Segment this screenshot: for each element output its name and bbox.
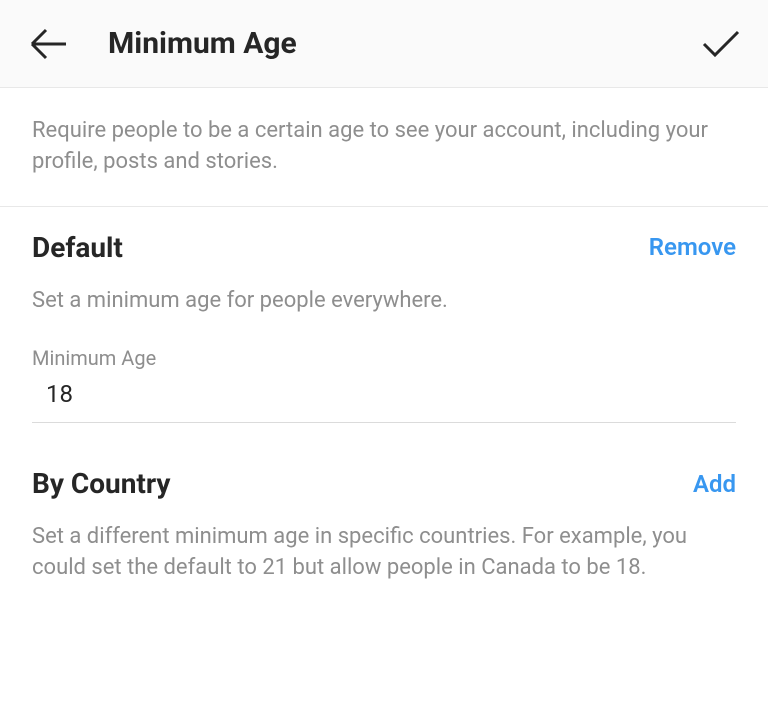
default-subtitle: Set a minimum age for people everywhere.: [32, 286, 736, 317]
back-button[interactable]: [24, 20, 72, 68]
check-icon: [698, 22, 742, 66]
confirm-button[interactable]: [696, 20, 744, 68]
minimum-age-field[interactable]: 18: [32, 380, 736, 423]
country-section: By Country Add Set a different minimum a…: [0, 423, 768, 584]
page-title: Minimum Age: [108, 26, 696, 61]
intro-text: Require people to be a certain age to se…: [32, 116, 736, 178]
country-subtitle: Set a different minimum age in specific …: [32, 522, 736, 584]
intro-section: Require people to be a certain age to se…: [0, 88, 768, 207]
header-bar: Minimum Age: [0, 0, 768, 88]
minimum-age-value: 18: [46, 380, 73, 408]
default-title: Default: [32, 231, 123, 264]
country-section-header: By Country Add: [32, 467, 736, 500]
add-button[interactable]: Add: [693, 470, 736, 498]
country-title: By Country: [32, 467, 171, 500]
default-section: Default Remove Set a minimum age for peo…: [0, 207, 768, 424]
minimum-age-label: Minimum Age: [32, 346, 736, 370]
default-section-header: Default Remove: [32, 231, 736, 264]
arrow-left-icon: [26, 22, 70, 66]
remove-button[interactable]: Remove: [649, 233, 736, 261]
